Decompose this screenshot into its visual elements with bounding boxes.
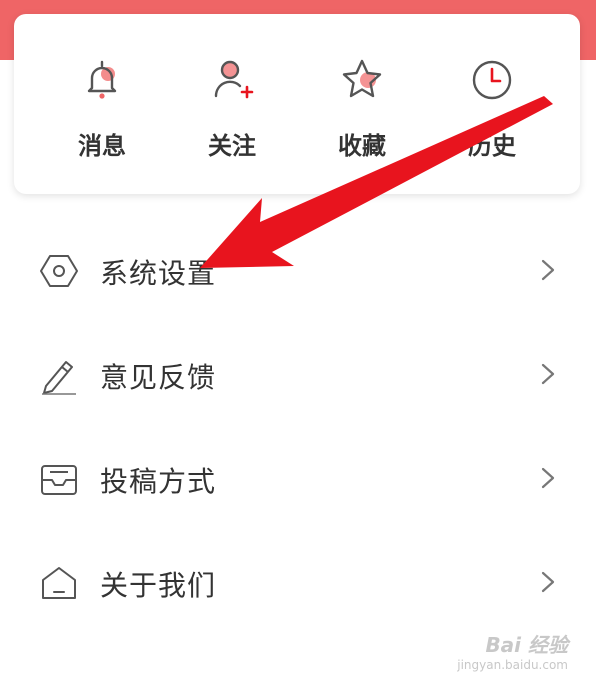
menu-item-feedback[interactable]: 意见反馈: [0, 322, 596, 426]
user-add-icon: [214, 60, 254, 99]
clock-icon: [472, 60, 512, 100]
chevron-right-icon: [541, 467, 555, 489]
quick-action-label: 关注: [208, 132, 256, 160]
quick-action-history[interactable]: 历史: [427, 14, 557, 194]
menu-item-submission[interactable]: 投稿方式: [0, 426, 596, 530]
menu-item-about-us[interactable]: 关于我们: [0, 530, 596, 634]
menu-item-label: 关于我们: [100, 569, 217, 602]
quick-action-label: 收藏: [338, 132, 386, 160]
menu-item-label: 投稿方式: [100, 465, 217, 498]
menu-item-label: 系统设置: [100, 257, 217, 290]
quick-action-follow[interactable]: 关注: [167, 14, 297, 194]
menu-item-system-settings[interactable]: 系统设置: [0, 218, 596, 322]
watermark-url: jingyan.baidu.com: [457, 658, 568, 672]
chevron-right-icon: [541, 259, 555, 281]
chevron-right-icon: [541, 571, 555, 593]
quick-action-label: 历史: [468, 132, 516, 160]
home-icon: [42, 567, 76, 599]
baidu-jingyan-watermark: Bai 经验 jingyan.baidu.com: [457, 629, 568, 672]
bell-icon: [87, 60, 117, 99]
mail-tray-icon: [41, 465, 77, 495]
quick-action-label: 消息: [78, 132, 126, 160]
star-icon: [342, 59, 382, 98]
quick-action-messages[interactable]: 消息: [37, 14, 167, 194]
pencil-icon: [42, 361, 76, 395]
watermark-brand: Bai 经验: [485, 633, 568, 657]
quick-actions-card: 消息 关注 收藏 历史: [14, 14, 580, 194]
quick-action-favorites[interactable]: 收藏: [297, 14, 427, 194]
hexagon-settings-icon: [40, 255, 78, 287]
chevron-right-icon: [541, 363, 555, 385]
menu-item-label: 意见反馈: [100, 361, 217, 394]
